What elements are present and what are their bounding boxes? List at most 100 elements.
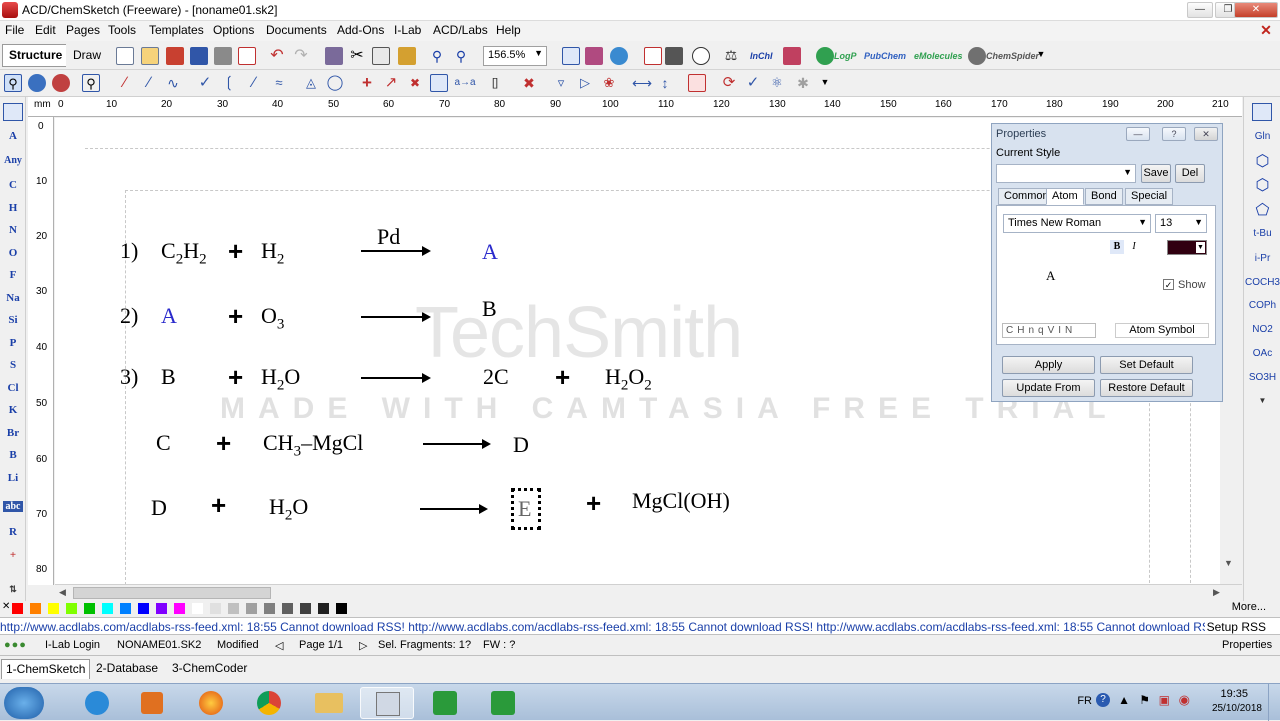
atom-a[interactable]: A	[0, 130, 26, 142]
align-vertical-icon[interactable]: ↕	[656, 74, 674, 92]
zoom-select[interactable]: 156.5% ▼	[483, 46, 547, 66]
no-color-icon[interactable]: ✕	[2, 601, 10, 612]
tab-atom[interactable]: Atom	[1046, 188, 1084, 205]
atom-option[interactable]: V	[1048, 325, 1059, 336]
font-size-select[interactable]: 13 ▼	[1155, 214, 1207, 233]
reaction-arrow[interactable]	[423, 439, 491, 449]
menu-documents[interactable]: Documents	[266, 23, 327, 37]
zoom-out-icon[interactable]: ⚲	[452, 47, 470, 65]
eraser-icon[interactable]	[325, 47, 343, 65]
print-icon[interactable]	[214, 47, 232, 65]
template-tbu[interactable]: t-Bu	[1244, 228, 1280, 239]
brackets-icon[interactable]: []	[486, 74, 504, 92]
3d-viewer-icon[interactable]	[610, 47, 628, 65]
color-swatch[interactable]	[102, 603, 113, 614]
current-style-select[interactable]: ▼	[996, 164, 1136, 183]
taskbar-ie[interactable]	[70, 687, 124, 719]
atom-k[interactable]: K	[0, 404, 26, 416]
setup-rss-button[interactable]: Setup RSS	[1207, 620, 1266, 634]
document-close-icon[interactable]: ✕	[1258, 22, 1274, 38]
chemspider-icon[interactable]	[968, 47, 986, 65]
hexagon-icon[interactable]: ⬡	[1244, 151, 1280, 171]
charge-plus-icon[interactable]: +	[358, 74, 376, 92]
scroll-right-icon[interactable]: ▶	[1213, 587, 1220, 598]
more-colors-button[interactable]: More...	[1232, 601, 1266, 613]
reaction-number[interactable]: 1)	[120, 238, 138, 264]
atom-b[interactable]: B	[0, 449, 26, 461]
reaction-arrow[interactable]	[420, 504, 488, 514]
clock-date[interactable]: 25/10/2018	[1212, 703, 1262, 714]
name-structure-icon[interactable]	[692, 47, 710, 65]
reactant-h2o[interactable]: H2O	[261, 364, 300, 394]
plus-sign[interactable]: +	[228, 362, 243, 393]
color-swatch[interactable]	[300, 603, 311, 614]
volume-muted-icon[interactable]: ◉	[1179, 692, 1190, 708]
export-pdf-icon[interactable]	[238, 47, 256, 65]
atom-c[interactable]: C	[0, 179, 26, 191]
menu-templates[interactable]: Templates	[149, 23, 204, 37]
menu-acdlabs[interactable]: ACD/Labs	[433, 23, 488, 37]
reactant-ch3mgcl[interactable]: CH3–MgCl	[263, 430, 363, 460]
minimize-button[interactable]: —	[1187, 2, 1213, 18]
panel-minimize-button[interactable]: —	[1126, 127, 1150, 141]
color-swatch[interactable]	[138, 603, 149, 614]
up-bond-icon[interactable]: ✓	[196, 74, 214, 92]
scroll-down-icon[interactable]: ▼	[1224, 558, 1233, 568]
network-icon[interactable]: ▣	[1159, 693, 1170, 707]
atom-si[interactable]: Si	[0, 314, 26, 326]
toolbar-overflow-icon[interactable]: ▼	[1032, 49, 1050, 67]
color-swatch[interactable]	[282, 603, 293, 614]
atom-any[interactable]: Any	[0, 155, 26, 166]
taskbar-explorer[interactable]	[302, 687, 356, 719]
pentagon-icon[interactable]: ⬠	[1244, 200, 1280, 220]
tab-chemsketch[interactable]: 1-ChemSketch	[1, 659, 91, 679]
panel-help-button[interactable]: ?	[1162, 127, 1186, 141]
font-select[interactable]: Times New Roman ▼	[1003, 214, 1151, 233]
logp-icon[interactable]	[816, 47, 834, 65]
product-a[interactable]: A	[482, 239, 498, 265]
atom-br[interactable]: Br	[0, 427, 26, 439]
reaction-arrow[interactable]	[361, 246, 431, 256]
color-swatch[interactable]	[120, 603, 131, 614]
page-nav-icon[interactable]: ▷	[359, 639, 367, 652]
menu-ilab[interactable]: I-Lab	[394, 23, 421, 37]
template-window-icon[interactable]	[585, 47, 603, 65]
flip-horizontal-icon[interactable]: ▷	[576, 74, 594, 92]
inchi-button[interactable]: InChI	[750, 51, 773, 61]
color-picker[interactable]: ▼	[1167, 240, 1207, 255]
text-arrow-icon[interactable]: a→a	[454, 74, 476, 92]
toolbar2-overflow-icon[interactable]: ▼	[816, 77, 834, 95]
reactant-h2o[interactable]: H2O	[269, 494, 308, 524]
templates-icon[interactable]	[1252, 103, 1272, 121]
3d-rotation-icon[interactable]	[52, 74, 70, 92]
reactant-c[interactable]: C	[156, 430, 171, 456]
emolecules-button[interactable]: eMolecules	[914, 51, 963, 61]
menu-edit[interactable]: Edit	[35, 23, 56, 37]
atom-f[interactable]: F	[0, 269, 26, 281]
template-so3h[interactable]: SO3H	[1244, 372, 1280, 383]
reaction-arrow[interactable]	[361, 373, 431, 383]
clock-time[interactable]: 19:35	[1220, 688, 1248, 700]
color-swatch[interactable]	[156, 603, 167, 614]
show-checkbox[interactable]: ✓	[1163, 279, 1174, 290]
wavy-bond-icon[interactable]: ≈	[270, 74, 288, 92]
flip-vertical-icon[interactable]: ▿	[552, 74, 570, 92]
bond-icon[interactable]: ∕	[116, 74, 134, 92]
align-horizontal-icon[interactable]: ⟷	[632, 74, 652, 92]
reaction-map-icon[interactable]: ✖	[406, 74, 424, 92]
reactant-c2h2[interactable]: C2H2	[161, 238, 207, 268]
menu-tools[interactable]: Tools	[108, 23, 136, 37]
color-swatch[interactable]	[228, 603, 239, 614]
scroll-left-icon[interactable]: ◀	[59, 587, 66, 598]
atom-h[interactable]: H	[0, 202, 26, 214]
color-swatch[interactable]	[318, 603, 329, 614]
atom-option[interactable]: N	[1065, 325, 1076, 336]
color-swatch[interactable]	[12, 603, 23, 614]
redo-icon[interactable]: ↷	[292, 47, 310, 65]
product-mgcloh[interactable]: MgCl(OH)	[632, 488, 730, 514]
bold-button[interactable]: B	[1110, 240, 1124, 254]
atom-symbol-button[interactable]: Atom Symbol	[1115, 323, 1209, 338]
structure-mode-button[interactable]: Structure	[2, 44, 70, 67]
atom-cl[interactable]: Cl	[0, 382, 26, 394]
close-button[interactable]: ✕	[1234, 2, 1278, 18]
